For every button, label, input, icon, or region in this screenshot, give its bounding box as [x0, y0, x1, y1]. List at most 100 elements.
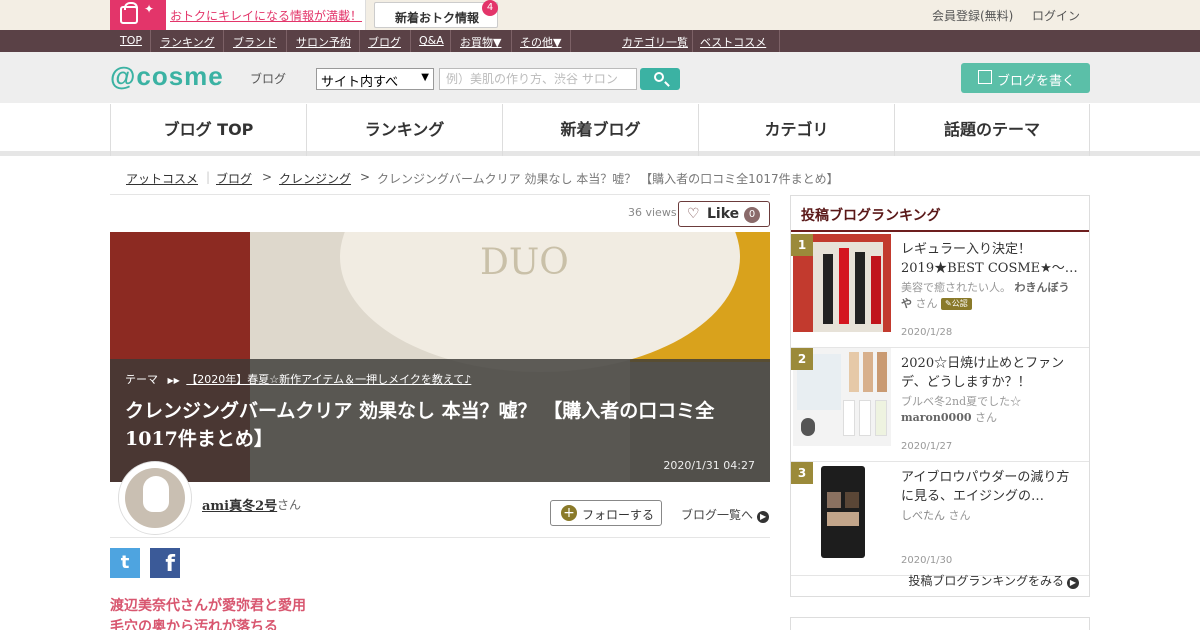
- write-blog-label: ブログを書く: [997, 74, 1076, 89]
- promo-link[interactable]: おトクにキレイになる情報が満載！: [170, 7, 362, 24]
- twitter-share-button[interactable]: t: [110, 548, 140, 578]
- author-name[interactable]: ami真冬2号: [202, 495, 277, 514]
- plus-icon: +: [561, 505, 577, 521]
- nav-ranking[interactable]: ランキング: [160, 34, 215, 50]
- ranking-title[interactable]: レギュラー入り決定！2019★BEST COSME★～…: [901, 240, 1079, 278]
- nav-best-cosme[interactable]: ベストコスメ: [700, 34, 766, 50]
- ranking-date: 2020/1/27: [901, 441, 953, 452]
- ranking-more-label: 投稿ブログランキングをみる: [908, 574, 1064, 588]
- top-promo-bar: ✦ おトクにキレイになる情報が満載！ 新着おトク情報 4 会員登録(無料) ログ…: [0, 0, 1200, 30]
- author-suffix: さん: [277, 498, 302, 512]
- promo-banner[interactable]: ✦ おトクにキレイになる情報が満載！: [110, 0, 366, 30]
- ranking-date: 2020/1/30: [901, 555, 953, 566]
- author-description: ブルベ冬2nd夏でした☆: [901, 395, 1022, 408]
- breadcrumb-cosme[interactable]: アットコスメ: [126, 170, 198, 187]
- chevron-down-icon: ▼: [421, 72, 429, 83]
- like-button[interactable]: ♡ Like 0: [678, 201, 770, 227]
- logo-section-label: ブログ: [250, 72, 287, 86]
- author-description: 美容で癒されたい人。: [901, 281, 1011, 294]
- nav-top[interactable]: TOP: [120, 34, 142, 47]
- nav-shopping[interactable]: お買物▼: [460, 34, 501, 50]
- breadcrumb-divider: |: [206, 170, 211, 184]
- sidebar-title: 投稿ブログランキング: [801, 208, 941, 224]
- menu-blog-top[interactable]: ブログ TOP: [110, 104, 306, 156]
- ranking-author: 美容で癒されたい人。 わきんぼうや さん ✎公認: [901, 280, 1079, 312]
- divider: [110, 537, 770, 538]
- twitter-icon: t: [120, 552, 130, 573]
- breadcrumb-separator: >: [262, 170, 273, 184]
- menu-themes[interactable]: 話題のテーマ: [894, 104, 1090, 156]
- ranking-item[interactable]: 2 2020☆日焼け止めとファンデ、どうしますか？！ ブルベ冬2nd夏でした☆ …: [791, 348, 1089, 462]
- author-suffix: さん: [975, 411, 998, 424]
- nav-blog[interactable]: ブログ: [368, 34, 401, 50]
- breadcrumb: アットコスメ | ブログ > クレンジング > クレンジングバームクリア 効果な…: [110, 170, 1090, 194]
- ranking-author: ブルベ冬2nd夏でした☆ maron0000 さん: [901, 394, 1079, 426]
- breadcrumb-cleansing[interactable]: クレンジング: [279, 170, 351, 187]
- like-label: Like: [707, 206, 740, 222]
- ranking-title[interactable]: 2020☆日焼け止めとファンデ、どうしますか？！: [901, 354, 1079, 392]
- divider: [110, 194, 770, 195]
- nav-others[interactable]: その他▼: [520, 34, 561, 50]
- facebook-icon: f: [165, 552, 175, 577]
- author-suffix: さん: [915, 297, 938, 310]
- ranking-item[interactable]: 1 レギュラー入り決定！2019★BEST COSME★～… 美容で癒されたい人…: [791, 234, 1089, 348]
- breadcrumb-current: クレンジングバームクリア 効果なし 本当？嘘？ 【購入者の口コミ全1017件まと…: [377, 172, 839, 186]
- view-count: 36 views: [628, 206, 677, 219]
- author-name[interactable]: maron0000: [901, 411, 972, 424]
- arrow-right-icon: ▶: [1067, 577, 1079, 589]
- search-button[interactable]: [640, 68, 680, 90]
- blog-list-label: ブログ一覧へ: [681, 508, 754, 522]
- breadcrumb-separator: >: [360, 170, 371, 184]
- nav-salon[interactable]: サロン予約: [296, 34, 351, 50]
- menu-ranking[interactable]: ランキング: [306, 104, 502, 156]
- article-hero: DUO テーマ ▶▶ 【2020年】春夏☆新作アイテム＆一押しメイクを教えて♪ …: [110, 232, 770, 482]
- avatar[interactable]: [119, 462, 191, 534]
- theme-link[interactable]: 【2020年】春夏☆新作アイテム＆一押しメイクを教えて♪: [186, 373, 471, 386]
- body-line: 渡辺美奈代さんが愛弥君と愛用: [110, 598, 306, 614]
- menu-new-blogs[interactable]: 新着ブログ: [502, 104, 698, 156]
- new-deals-button[interactable]: 新着おトク情報 4: [374, 0, 498, 28]
- search-scope-select[interactable]: サイト内すべ ▼: [316, 68, 434, 90]
- login-link[interactable]: ログイン: [1032, 7, 1080, 24]
- new-deals-label: 新着おトク情報: [395, 11, 480, 25]
- write-blog-button[interactable]: ブログを書く: [961, 63, 1090, 93]
- article-title: クレンジングバームクリア 効果なし 本当？嘘？ 【購入者の口コミ全1017件まと…: [125, 400, 715, 450]
- article-date: 2020/1/31 04:27: [663, 459, 755, 472]
- double-arrow-icon: ▶▶: [167, 376, 180, 385]
- search-scope-value: サイト内すべ: [321, 75, 399, 90]
- nav-brand[interactable]: ブランド: [233, 34, 277, 50]
- theme-row: テーマ ▶▶ 【2020年】春夏☆新作アイテム＆一押しメイクを教えて♪: [125, 371, 471, 387]
- rank-badge: 2: [791, 348, 813, 370]
- search-input[interactable]: [439, 68, 637, 90]
- nav-qa[interactable]: Q&A: [419, 34, 444, 47]
- arrow-right-icon: ▶: [757, 511, 770, 523]
- author-name[interactable]: しべたん: [901, 509, 945, 522]
- sidebar-header: 投稿ブログランキング: [791, 196, 1089, 232]
- pencil-icon: ✎: [945, 299, 952, 308]
- facebook-share-button[interactable]: f: [150, 548, 180, 578]
- ranking-title[interactable]: アイブロウパウダーの減り方に見る、エイジングの…: [901, 468, 1079, 506]
- pencil-note-icon: [978, 70, 992, 84]
- new-deals-count-badge: 4: [482, 0, 498, 16]
- register-link[interactable]: 会員登録(無料): [932, 7, 1013, 24]
- ranking-sidebar: 投稿ブログランキング 1 レギュラー入り決定！2019★BEST COSME★～…: [790, 195, 1090, 597]
- follow-label: フォローする: [582, 508, 655, 522]
- follow-button[interactable]: + フォローする: [550, 500, 662, 526]
- ranking-item[interactable]: 3 アイブロウパウダーの減り方に見る、エイジングの… しべたん さん 2020/…: [791, 462, 1089, 576]
- author-suffix: さん: [948, 509, 971, 522]
- sidebar-next-panel: [790, 617, 1090, 630]
- menu-category[interactable]: カテゴリ: [698, 104, 894, 156]
- like-count-badge: 0: [744, 207, 760, 223]
- site-header: @cosme ブログ サイト内すべ ▼ ブログを書く: [0, 52, 1200, 103]
- blog-list-link[interactable]: ブログ一覧へ ▶: [681, 506, 770, 523]
- article-body: 渡辺美奈代さんが愛弥君と愛用 毛穴の奥から汚れが落ちる: [110, 596, 306, 630]
- theme-label: テーマ: [125, 373, 158, 386]
- breadcrumb-blog[interactable]: ブログ: [216, 170, 252, 187]
- heart-icon: ♡: [687, 206, 700, 222]
- global-nav: TOP ランキング ブランド サロン予約 ブログ Q&A お買物▼ その他▼ カ…: [0, 30, 1200, 52]
- cosme-logo[interactable]: @cosme: [110, 62, 224, 90]
- nav-categories[interactable]: カテゴリ一覧: [622, 34, 688, 50]
- ranking-more-link[interactable]: 投稿ブログランキングをみる ▶: [908, 572, 1079, 589]
- body-line: 毛穴の奥から汚れが落ちる: [110, 619, 278, 630]
- blog-menu: ブログ TOP ランキング 新着ブログ カテゴリ 話題のテーマ: [0, 104, 1200, 156]
